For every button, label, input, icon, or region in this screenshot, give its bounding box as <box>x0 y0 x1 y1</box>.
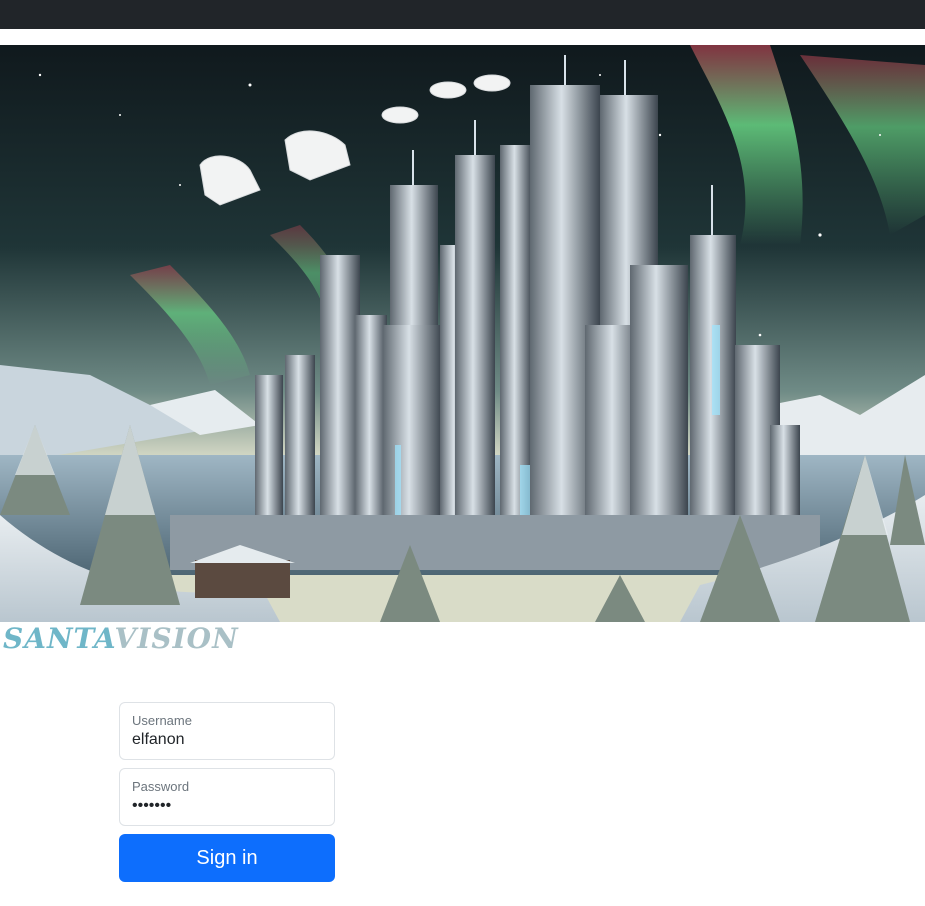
logo-text-santa: SANTA <box>3 622 115 655</box>
login-form: Username Password Sign in <box>119 702 335 882</box>
signin-button[interactable]: Sign in <box>119 834 335 882</box>
hero-image <box>0 45 925 622</box>
password-input[interactable] <box>132 797 322 815</box>
password-label: Password <box>132 779 190 794</box>
username-label: Username <box>132 713 192 728</box>
santavision-logo: SANTAVISION <box>3 621 239 657</box>
password-field-group: Password <box>119 768 335 826</box>
top-navbar <box>0 0 925 29</box>
username-field-group: Username <box>119 702 335 760</box>
username-input[interactable] <box>132 731 322 749</box>
logo-text-vision: VISION <box>114 622 239 655</box>
